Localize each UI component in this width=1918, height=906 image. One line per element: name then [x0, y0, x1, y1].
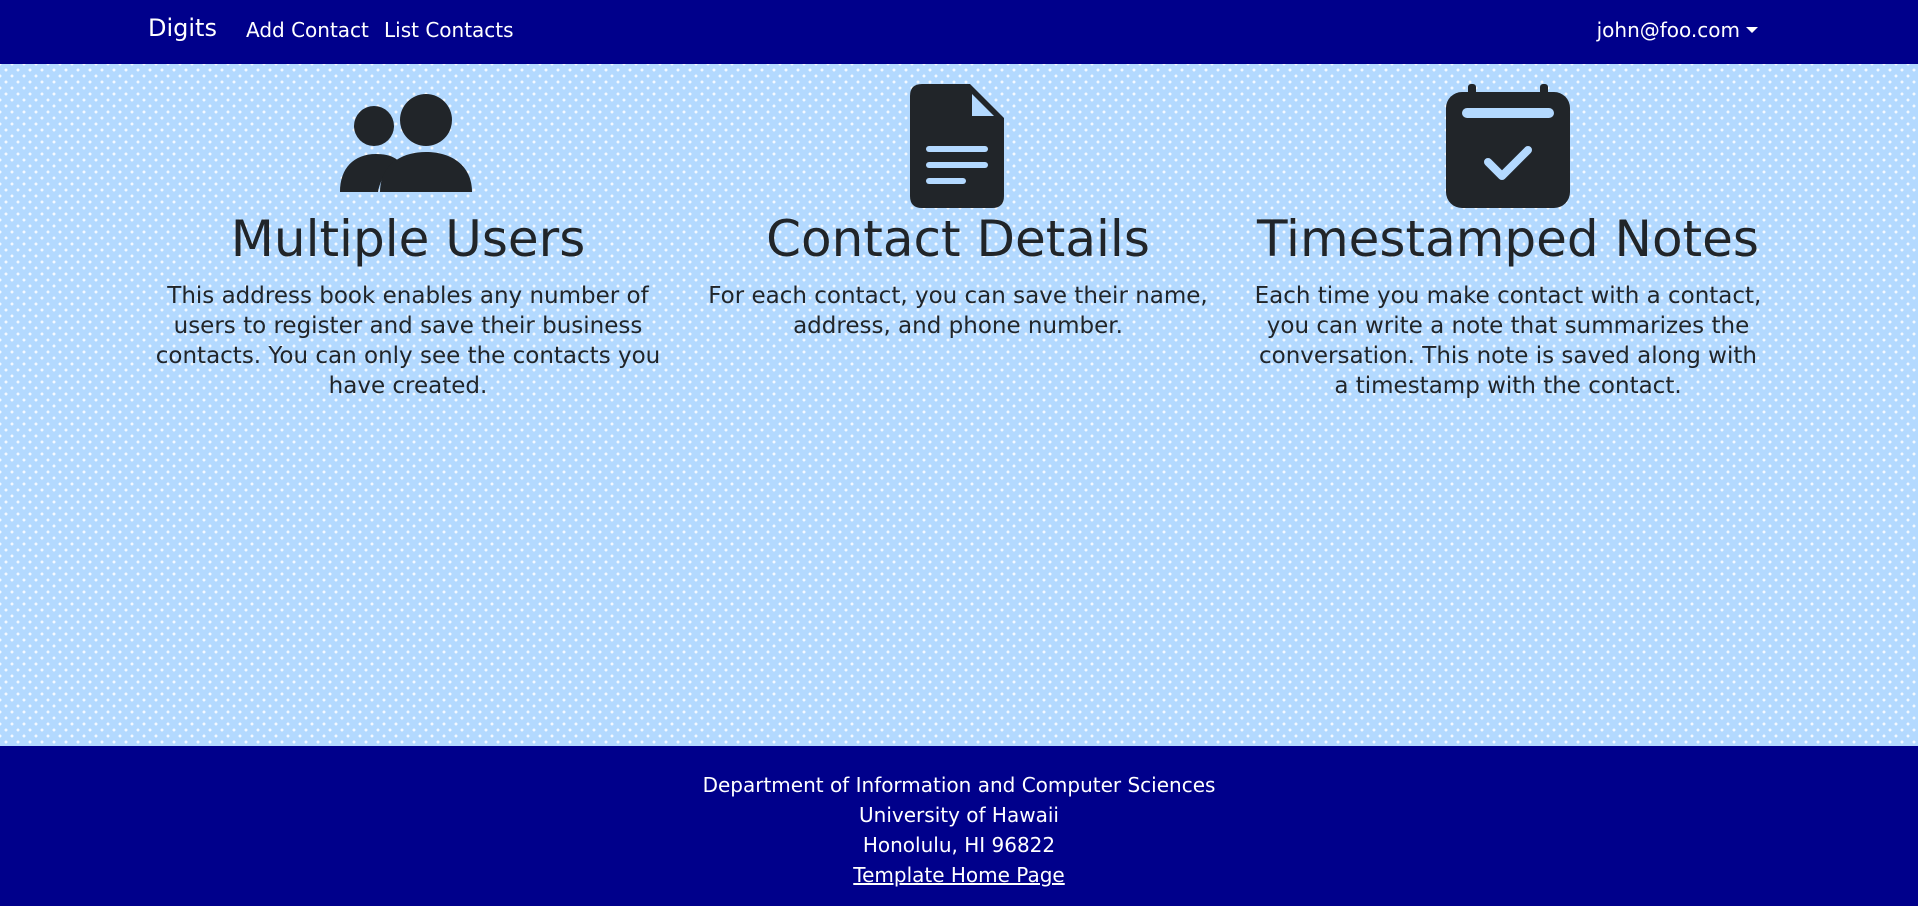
feature-description: For each contact, you can save their nam… [708, 283, 1208, 339]
users-icon [340, 94, 472, 192]
feature-title: Contact Details [766, 210, 1150, 268]
site-footer: Department of Information and Computer S… [0, 746, 1918, 906]
file-icon [910, 84, 1004, 208]
footer-department: Department of Information and Computer S… [702, 773, 1216, 797]
footer-address: Honolulu, HI 96822 [862, 833, 1056, 857]
footer-university: University of Hawaii [859, 803, 1059, 827]
landing-main: Multiple Users This address book enables… [0, 64, 1918, 746]
nav-add-contact[interactable]: Add Contact [246, 18, 369, 42]
feature-description: Each time you make contact with a contac… [1254, 283, 1762, 399]
feature-timestamped-notes: Timestamped Notes Each time you make con… [1248, 82, 1768, 401]
user-dropdown[interactable]: john@foo.com [1597, 18, 1758, 42]
nav-list-contacts[interactable]: List Contacts [384, 18, 514, 42]
brand-link[interactable]: Digits [148, 14, 217, 42]
feature-title: Multiple Users [230, 210, 586, 268]
top-navbar: Digits Add Contact List Contacts john@fo… [0, 0, 1918, 64]
chevron-down-icon [1746, 27, 1758, 33]
feature-multiple-users: Multiple Users This address book enables… [148, 82, 668, 401]
template-home-link[interactable]: Template Home Page [853, 863, 1064, 887]
feature-title: Timestamped Notes [1257, 210, 1759, 268]
calendar-check-icon [1446, 84, 1570, 208]
feature-contact-details: Contact Details For each contact, you ca… [698, 82, 1218, 341]
feature-description: This address book enables any number of … [155, 283, 661, 399]
user-email: john@foo.com [1596, 18, 1740, 42]
